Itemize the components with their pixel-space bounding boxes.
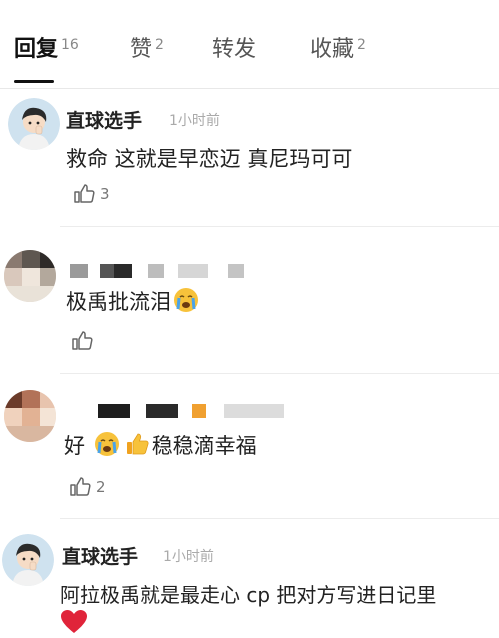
like-button[interactable]: 3 <box>72 182 110 206</box>
avatar[interactable] <box>4 250 56 302</box>
tab-label: 收藏 <box>310 37 355 62</box>
divider <box>60 226 499 227</box>
tab-count: 16 <box>61 37 79 53</box>
censored-block <box>70 264 88 278</box>
censored-block <box>146 404 178 418</box>
tab-favorites[interactable]: 收藏 2 <box>310 36 366 64</box>
active-tab-indicator <box>14 80 54 83</box>
timestamp: 1小时前 <box>169 113 220 129</box>
like-button[interactable]: 2 <box>68 475 106 499</box>
like-count: 2 <box>96 478 106 496</box>
divider <box>60 518 499 519</box>
tab-label: 转发 <box>212 37 257 62</box>
comment-text: 好 稳稳滴幸福 <box>64 430 257 460</box>
thumbs-up-icon <box>70 477 91 496</box>
comment-text: 救命 这就是早恋迈 真尼玛可可 <box>66 147 353 171</box>
comment-text-part: 极禹批流泪 <box>66 290 171 314</box>
divider <box>0 88 499 89</box>
thumbs-up-icon <box>72 331 93 350</box>
censored-block <box>178 264 208 278</box>
crying-face-emoji <box>94 432 119 456</box>
divider <box>60 373 499 374</box>
tab-reposts[interactable]: 转发 <box>212 36 256 64</box>
censored-block <box>224 404 284 418</box>
username[interactable]: 直球选手 <box>66 106 142 133</box>
like-count: 3 <box>100 185 110 203</box>
tab-label: 赞 <box>130 37 153 62</box>
tab-replies[interactable]: 回复 16 <box>14 36 79 64</box>
avatar[interactable] <box>4 390 56 442</box>
censored-block <box>98 404 130 418</box>
tab-likes[interactable]: 赞 2 <box>130 36 164 64</box>
avatar[interactable] <box>8 98 60 150</box>
tab-count: 2 <box>155 37 164 53</box>
red-heart-emoji <box>61 610 87 633</box>
censored-block <box>114 264 132 278</box>
comment-text: 极禹批流泪 <box>66 286 201 316</box>
like-button[interactable] <box>70 329 94 353</box>
thumbs-up-emoji <box>126 433 149 455</box>
censored-block <box>148 264 164 278</box>
comment-text-part: 稳稳滴幸福 <box>151 434 257 458</box>
username[interactable]: 直球选手 <box>62 542 138 569</box>
tab-bar: 回复 16 赞 2 转发 收藏 2 <box>0 0 499 90</box>
comment-text-part: 好 <box>64 434 85 458</box>
avatar[interactable] <box>2 534 54 586</box>
thumbs-up-icon <box>74 184 95 203</box>
timestamp: 1小时前 <box>163 549 214 565</box>
censored-block <box>100 264 114 278</box>
crying-face-emoji <box>174 288 198 312</box>
tab-count: 2 <box>357 37 366 53</box>
censored-block <box>192 404 206 418</box>
comment-text: 阿拉极禹就是最走心 cp 把对方写进日记里 <box>60 583 437 607</box>
tab-label: 回复 <box>14 37 59 62</box>
censored-block <box>228 264 244 278</box>
